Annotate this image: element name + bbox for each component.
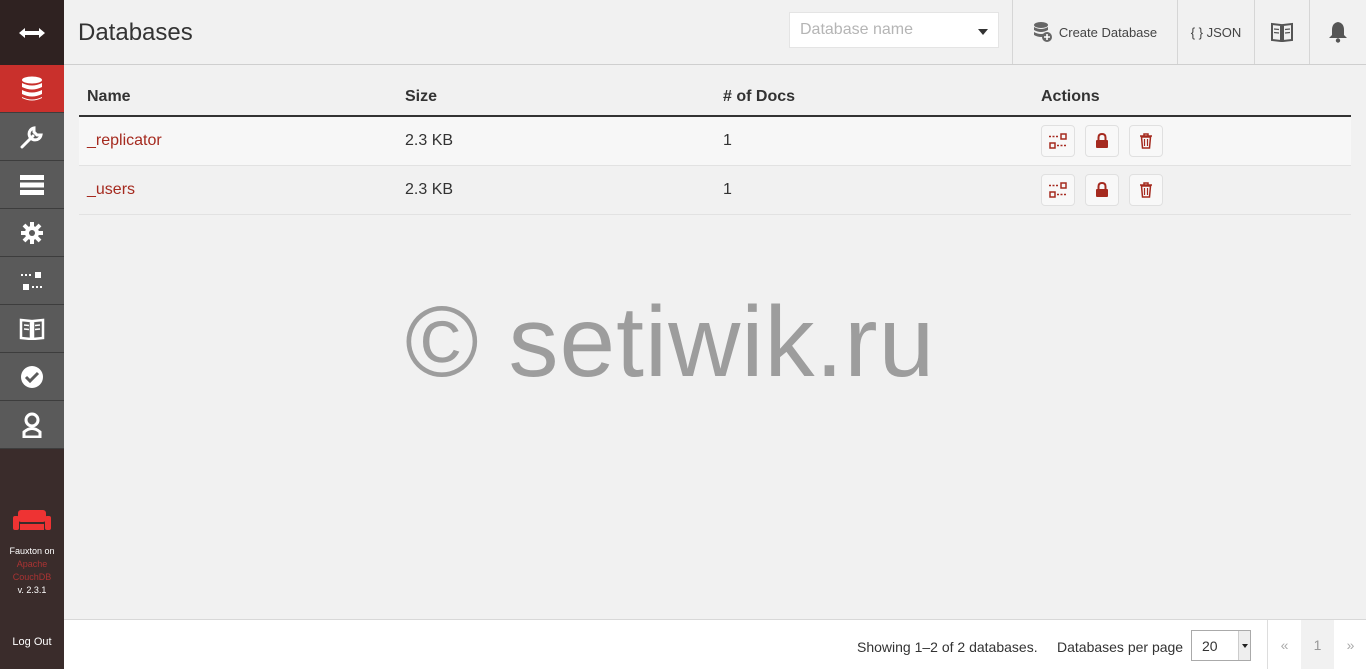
databases-table: Name Size # of Docs Actions _replicator … [79,78,1351,215]
check-circle-icon [21,365,43,388]
replication-icon [21,271,43,290]
watermark: © setiwik.ru [405,286,936,398]
gear-icon [21,221,43,244]
lock-icon [1096,181,1108,197]
database-size: 2.3 KB [397,116,715,166]
trash-icon [1140,133,1152,149]
database-link[interactable]: _users [87,181,135,198]
delete-button[interactable] [1129,173,1163,206]
column-header-actions: Actions [1033,78,1351,117]
delete-button[interactable] [1129,124,1163,157]
bell-icon [1329,22,1347,43]
sidebar: Fauxton on Apache CouchDB v. 2.3.1 Log O… [0,0,64,669]
header: Databases Create Database { } JSON [64,0,1366,65]
table-row: _users 2.3 KB 1 [79,165,1351,215]
database-search[interactable] [789,12,999,48]
couchdb-link[interactable]: CouchDB [0,571,64,584]
chevron-down-icon[interactable] [1238,631,1250,660]
couchdb-logo-icon [13,510,51,530]
database-size: 2.3 KB [397,165,715,215]
database-icon [22,76,42,100]
pagination-footer: Showing 1–2 of 2 databases. Databases pe… [64,619,1366,669]
showing-count: Showing 1–2 of 2 databases. [857,639,1038,655]
sidebar-item-setup[interactable] [0,113,64,161]
documentation-button[interactable] [1254,0,1309,64]
book-icon [19,318,45,340]
sidebar-item-active-tasks[interactable] [0,161,64,209]
replication-icon [1049,181,1067,198]
replicate-button[interactable] [1041,173,1075,206]
version-label: v. 2.3.1 [17,585,47,595]
permissions-button[interactable] [1085,124,1119,157]
book-icon [1271,22,1293,42]
per-page-select[interactable]: 20 [1191,630,1251,661]
replicate-button[interactable] [1041,124,1075,157]
create-database-button[interactable]: Create Database [1012,0,1177,64]
next-page-button[interactable]: » [1334,620,1366,669]
sidebar-item-documentation[interactable] [0,305,64,353]
json-button[interactable]: { } JSON [1177,0,1254,64]
add-database-icon [1033,22,1052,42]
database-search-input[interactable] [800,21,970,39]
chevron-down-icon[interactable] [978,29,988,35]
page-1-button[interactable]: 1 [1301,620,1334,669]
database-doc-count: 1 [715,165,1033,215]
apache-link[interactable]: Apache [0,558,64,571]
trash-icon [1140,181,1152,198]
sidebar-item-user[interactable] [0,401,64,449]
column-header-size[interactable]: Size [397,78,715,117]
double-arrow-icon [19,27,45,38]
sidebar-item-databases[interactable] [0,65,64,113]
column-header-name[interactable]: Name [79,78,397,117]
per-page-label: Databases per page [1057,639,1184,655]
user-icon [22,412,42,438]
column-header-docs[interactable]: # of Docs [715,78,1033,117]
sidebar-item-verify[interactable] [0,353,64,401]
lock-icon [1096,132,1108,148]
prev-page-button[interactable]: « [1268,620,1301,669]
replication-icon [1049,133,1067,149]
fauxton-on-label: Fauxton on [9,546,55,556]
pager: « 1 » [1267,620,1366,669]
server-icon [20,174,44,195]
per-page-value: 20 [1202,637,1218,654]
database-doc-count: 1 [715,116,1033,166]
table-header-row: Name Size # of Docs Actions [79,78,1351,117]
sidebar-item-config[interactable] [0,209,64,257]
table-row: _replicator 2.3 KB 1 [79,116,1351,166]
wrench-icon [20,125,43,148]
notifications-button[interactable] [1309,0,1366,64]
toggle-nav-button[interactable] [0,0,64,65]
sidebar-item-replication[interactable] [0,257,64,305]
logout-button[interactable]: Log Out [0,636,64,648]
page-title: Databases [78,19,193,46]
sidebar-footer: Fauxton on Apache CouchDB v. 2.3.1 [0,508,64,597]
create-database-label: Create Database [1058,24,1158,40]
database-link[interactable]: _replicator [87,132,162,149]
permissions-button[interactable] [1085,173,1119,206]
